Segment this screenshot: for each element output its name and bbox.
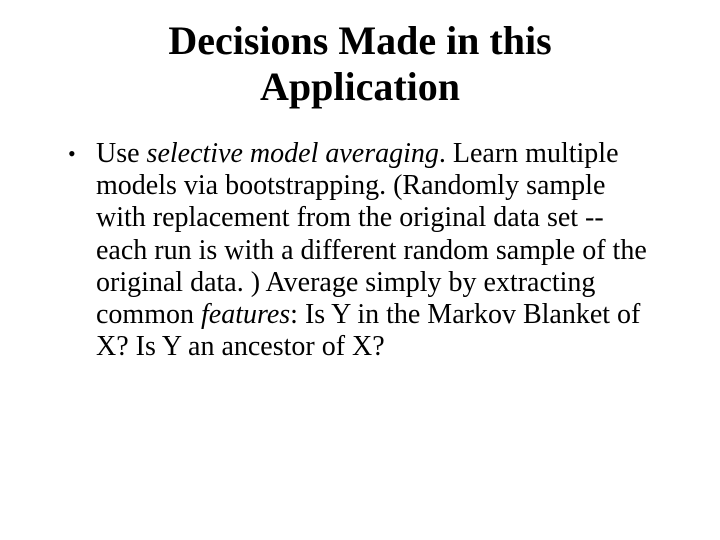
slide: Decisions Made in this Application Use s… <box>0 0 720 540</box>
slide-title: Decisions Made in this Application <box>100 18 620 110</box>
bullet-italic-word: features <box>201 299 290 330</box>
title-line-2: Application <box>260 64 460 109</box>
bullet-text: Use <box>96 138 147 169</box>
bullet-italic-phrase: selective model averaging <box>147 138 439 169</box>
bullet-list: Use selective model averaging. Learn mul… <box>60 138 660 363</box>
title-line-1: Decisions Made in this <box>168 18 551 63</box>
bullet-item: Use selective model averaging. Learn mul… <box>88 138 660 363</box>
